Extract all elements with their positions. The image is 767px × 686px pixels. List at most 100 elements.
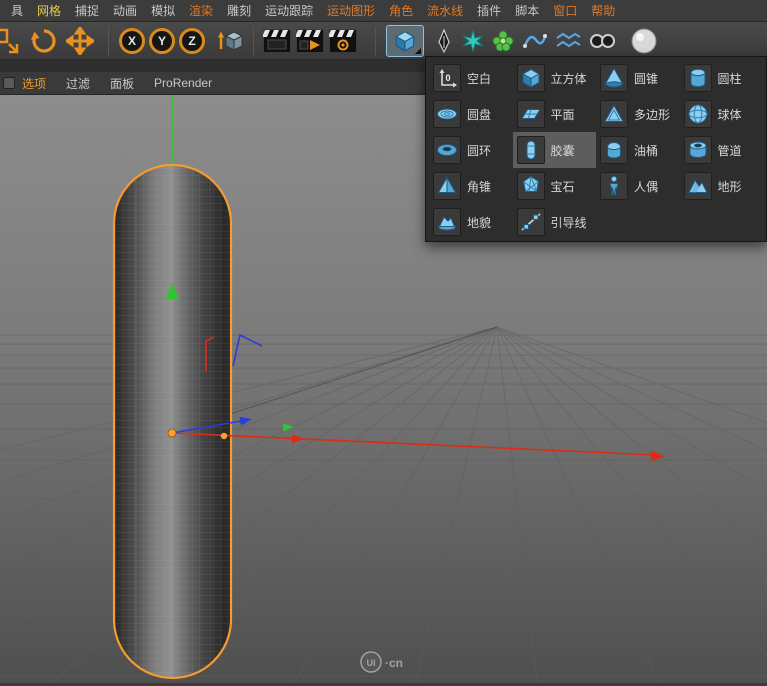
menubar-item[interactable]: 动画 bbox=[106, 0, 144, 22]
axis-lock-y-label: Y bbox=[157, 33, 166, 48]
capsule-icon bbox=[516, 136, 545, 164]
viewport-panel-icon[interactable] bbox=[3, 77, 15, 89]
primitive-menu-item[interactable]: 人偶 bbox=[596, 168, 680, 204]
svg-text:0: 0 bbox=[445, 73, 450, 83]
viewbar-filter[interactable]: 过滤 bbox=[66, 75, 90, 92]
pen-tool-button[interactable] bbox=[432, 27, 456, 54]
watermark-logo-text: UI bbox=[367, 658, 376, 668]
primitive-menu-item[interactable]: 0 空白 bbox=[429, 60, 513, 96]
menubar-item[interactable]: 运动图形 bbox=[320, 0, 382, 22]
relief-icon bbox=[433, 208, 461, 236]
flower-spline-button[interactable] bbox=[490, 28, 516, 54]
polygon-icon bbox=[600, 100, 628, 128]
render-view-button[interactable] bbox=[263, 28, 291, 53]
sphere-icon bbox=[683, 100, 712, 128]
menubar-item[interactable]: 脚本 bbox=[508, 0, 546, 22]
render-settings-button[interactable] bbox=[329, 28, 357, 53]
cube-icon bbox=[516, 64, 545, 92]
viewbar-panel[interactable]: 面板 bbox=[110, 75, 134, 92]
menubar-item[interactable]: 雕刻 bbox=[220, 0, 258, 22]
dropdown-corner-indicator bbox=[415, 47, 421, 54]
flower-spline-icon bbox=[492, 30, 514, 51]
axis-lock-z-label: Z bbox=[188, 33, 196, 48]
primitive-menu-item[interactable]: 立方体 bbox=[513, 60, 597, 96]
gizmo-x-dot-handle[interactable] bbox=[220, 432, 228, 440]
gizmo-origin-handle[interactable] bbox=[167, 428, 177, 438]
render-picture-viewer-icon bbox=[296, 28, 324, 53]
circles-spline-icon bbox=[590, 33, 615, 48]
axis-lock-y-button[interactable]: Y bbox=[149, 27, 175, 54]
arc-spline-icon bbox=[523, 33, 547, 48]
axis-lock-z-button[interactable]: Z bbox=[179, 27, 205, 54]
axis-lock-x-label: X bbox=[127, 33, 136, 48]
coordinate-system-button[interactable] bbox=[217, 28, 247, 54]
cylinder-icon bbox=[683, 64, 712, 92]
main-menubar: 具 网格 捕捉 动画 模拟 渲染 雕刻 运动跟踪 运动图形 角色 流水线 插件 … bbox=[0, 0, 767, 22]
menubar-item[interactable]: 插件 bbox=[470, 0, 508, 22]
figure-icon bbox=[600, 172, 628, 200]
menubar-item[interactable]: 模拟 bbox=[144, 0, 182, 22]
sphere-tool-button[interactable] bbox=[630, 27, 658, 55]
guide-icon bbox=[516, 208, 545, 236]
menubar-item[interactable]: 运动跟踪 bbox=[258, 0, 320, 22]
primitive-menu-item[interactable]: 油桶 bbox=[596, 132, 680, 168]
capsule-object[interactable] bbox=[112, 163, 233, 680]
gem-icon bbox=[516, 172, 545, 200]
move-tool-button[interactable] bbox=[66, 26, 94, 55]
scale-tool-button[interactable] bbox=[0, 26, 20, 56]
menubar-item[interactable]: 捕捉 bbox=[68, 0, 106, 22]
coordinate-system-icon bbox=[218, 30, 244, 51]
torus-icon bbox=[433, 136, 461, 164]
pen-tool-icon bbox=[438, 27, 450, 53]
rotate-tool-button[interactable] bbox=[30, 27, 58, 55]
render-view-icon bbox=[263, 28, 291, 53]
arc-spline-button[interactable] bbox=[522, 28, 548, 54]
viewbar-prorender[interactable]: ProRender bbox=[154, 76, 212, 90]
menubar-item[interactable]: 窗口 bbox=[546, 0, 584, 22]
oiltank-icon bbox=[600, 136, 628, 164]
menubar-item[interactable]: 渲染 bbox=[182, 0, 220, 22]
plane-icon bbox=[516, 100, 545, 128]
primitive-menu-item[interactable]: 角锥 bbox=[429, 168, 513, 204]
primitive-menu-item[interactable]: 多边形 bbox=[596, 96, 680, 132]
viewbar-options[interactable]: 选项 bbox=[22, 75, 46, 92]
primitive-menu-item[interactable]: 管道 bbox=[680, 132, 764, 168]
toolbar-separator bbox=[375, 25, 376, 56]
toolbar-separator bbox=[253, 25, 254, 56]
toolbar-separator bbox=[108, 25, 109, 56]
primitive-menu-item[interactable]: 圆盘 bbox=[429, 96, 513, 132]
primitive-menu-item[interactable]: 宝石 bbox=[513, 168, 597, 204]
menubar-item[interactable]: 角色 bbox=[382, 0, 420, 22]
menubar-item[interactable]: 网格 bbox=[30, 0, 68, 22]
menubar-item[interactable]: 流水线 bbox=[420, 0, 470, 22]
menubar-item[interactable]: 帮助 bbox=[584, 0, 622, 22]
move-tool-icon bbox=[66, 26, 94, 55]
menubar-item[interactable]: 具 bbox=[4, 0, 30, 22]
primitive-menu-item[interactable]: 引导线 bbox=[513, 204, 597, 240]
render-picture-viewer-button[interactable] bbox=[296, 28, 324, 53]
tube-icon bbox=[683, 136, 712, 164]
primitive-menu-item[interactable]: 胶囊 bbox=[512, 132, 596, 168]
primitive-menu-item[interactable]: 圆柱 bbox=[680, 60, 764, 96]
primitive-menu-item[interactable]: 圆环 bbox=[429, 132, 513, 168]
star-spline-icon bbox=[462, 29, 484, 52]
primitive-menu-item[interactable]: 平面 bbox=[513, 96, 597, 132]
axis-lock-x-button[interactable]: X bbox=[119, 27, 145, 54]
landscape-icon bbox=[683, 172, 712, 200]
zigzag-spline-button[interactable] bbox=[554, 28, 582, 54]
render-settings-icon bbox=[329, 28, 357, 53]
main-toolbar: X Y Z bbox=[0, 22, 767, 60]
zigzag-spline-icon bbox=[556, 32, 581, 47]
rotate-tool-icon bbox=[31, 28, 56, 53]
primitive-menu-item[interactable]: 圆锥 bbox=[596, 60, 680, 96]
primitive-menu-item[interactable]: 球体 bbox=[680, 96, 764, 132]
circles-spline-button[interactable] bbox=[588, 28, 616, 54]
pyramid-icon bbox=[433, 172, 461, 200]
star-spline-button[interactable] bbox=[460, 28, 486, 54]
primitives-dropdown-button[interactable] bbox=[386, 24, 424, 57]
cone-icon bbox=[600, 64, 628, 92]
primitive-menu-item[interactable]: 地貌 bbox=[429, 204, 513, 240]
primitive-menu-item[interactable]: 地形 bbox=[680, 168, 764, 204]
watermark-suffix-text: ·cn bbox=[385, 656, 403, 670]
sphere-tool-icon bbox=[631, 28, 657, 53]
